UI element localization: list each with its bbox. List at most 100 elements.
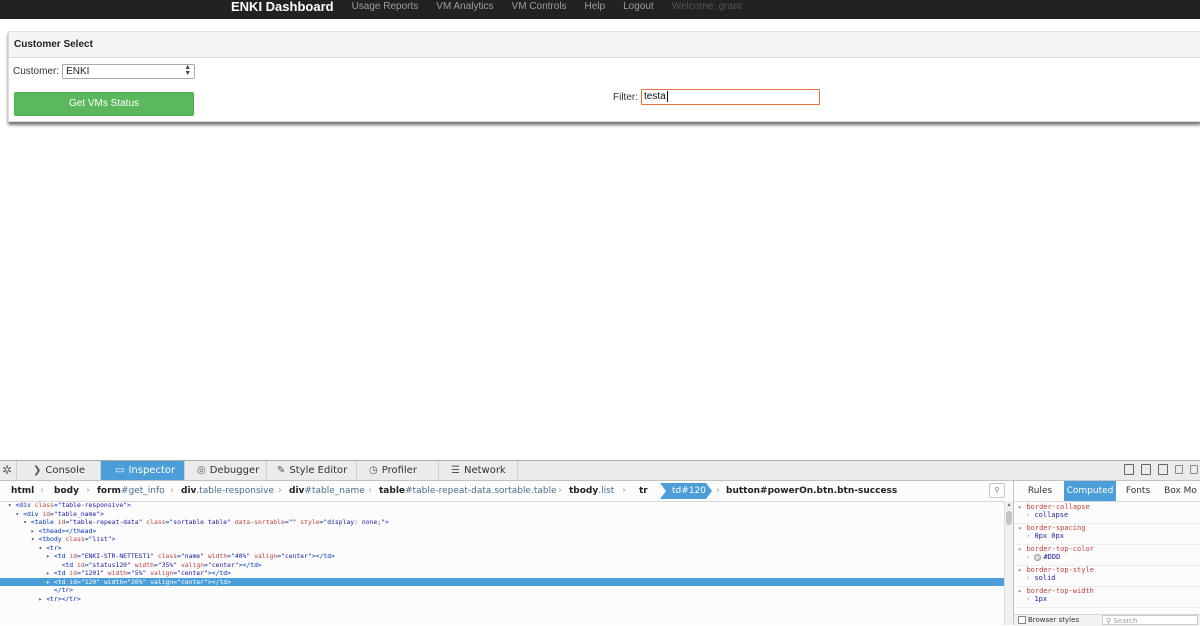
- customer-row: Customer: ENKI ▲ ▼: [13, 64, 196, 79]
- breadcrumb-button[interactable]: button#powerOn.btn.btn-success: [726, 481, 897, 501]
- breadcrumb-div-table-name[interactable]: div#table_name: [289, 481, 365, 501]
- chevron-right-icon: ›: [40, 485, 44, 496]
- filter-row: Filter: testa: [613, 89, 820, 105]
- markup-node-line[interactable]: ▸ <td id="ENKI-STR-NETTEST1" class="name…: [0, 552, 1004, 561]
- markup-attr-value: "list": [88, 535, 112, 543]
- breadcrumb-tbody[interactable]: tbody.list: [569, 481, 614, 501]
- markup-node-line[interactable]: </tr>: [0, 586, 1004, 595]
- markup-tag-end: </thead>: [65, 526, 97, 535]
- tab-profiler[interactable]: ◷ Profiler: [356, 461, 438, 480]
- sidebar-tab-fonts[interactable]: Fonts: [1118, 481, 1158, 501]
- chevron-right-icon: ›: [622, 485, 626, 496]
- nav-link-vm-analytics[interactable]: VM Analytics: [436, 1, 493, 12]
- gear-icon[interactable]: ✲: [2, 463, 14, 477]
- sidebar-tab-rules[interactable]: Rules: [1018, 481, 1062, 501]
- computed-property[interactable]: border-top-color#DDD: [1014, 545, 1200, 566]
- devtools-toolbar-right: [1124, 464, 1198, 475]
- nav-link-logout[interactable]: Logout: [623, 1, 654, 12]
- markup-attr-value: "40%": [230, 552, 251, 560]
- dock-bottom-icon[interactable]: [1141, 464, 1151, 475]
- nav-link-vm-controls[interactable]: VM Controls: [512, 1, 567, 12]
- breadcrumb-td-selected[interactable]: td#120: [660, 483, 712, 499]
- sidebar-tab-box-model[interactable]: Box Mo: [1160, 481, 1200, 501]
- nav-link-usage-reports[interactable]: Usage Reports: [352, 1, 419, 12]
- markup-attr-name: valign: [150, 577, 174, 586]
- markup-attr-value: "center": [177, 569, 208, 577]
- dock-side-icon[interactable]: [1175, 465, 1183, 474]
- markup-tag: <td: [53, 569, 66, 577]
- tab-inspector[interactable]: ▭ Inspector: [100, 461, 184, 480]
- markup-tag-end: >: [384, 518, 389, 526]
- sidebar-footer: Browser styles ⚲ Search: [1014, 614, 1200, 626]
- markup-attr-name: valign: [254, 552, 278, 560]
- tab-profiler-label: Profiler: [381, 465, 417, 476]
- property-value: 1px: [1018, 595, 1200, 603]
- twisty-expanded-icon: ▾: [23, 518, 31, 526]
- devtools-toolbar: ✲ ❯ Console ▭ Inspector ◎ Debugger ✎ Style E…: [0, 461, 1200, 481]
- markup-view[interactable]: ▾ <div class="table-responsive"> ▾ <div …: [0, 501, 1004, 625]
- crumb-tag: tr: [639, 486, 648, 496]
- markup-node-line[interactable]: ▸ <td id="1201" width="5%" valign="cente…: [0, 569, 1004, 578]
- breadcrumb-tr[interactable]: tr: [639, 481, 648, 501]
- computed-properties: border-collapsecollapseborder-spacing0px…: [1014, 503, 1200, 608]
- undock-icon[interactable]: [1190, 465, 1198, 474]
- tab-style-editor[interactable]: ✎ Style Editor: [266, 461, 356, 480]
- markup-node-line[interactable]: ▾ <div class="table-responsive">: [0, 501, 1004, 510]
- markup-attr-value: "ENKI-STR-NETTEST1": [80, 552, 154, 560]
- breadcrumb-html[interactable]: html: [11, 481, 34, 501]
- computed-property[interactable]: border-top-width1px: [1014, 587, 1200, 608]
- filter-input[interactable]: testa: [641, 89, 820, 105]
- markup-tag: <td: [61, 560, 74, 569]
- crumb-tag: form: [97, 486, 121, 496]
- markup-attr-value: "center": [177, 577, 208, 586]
- browser-styles-checkbox[interactable]: [1018, 616, 1026, 624]
- markup-tag: <div: [23, 509, 39, 518]
- computed-property[interactable]: border-collapsecollapse: [1014, 503, 1200, 524]
- markup-attr-value: "table-responsive": [57, 501, 128, 509]
- markup-node-line[interactable]: ▾ <tbody class="list">: [0, 535, 1004, 544]
- sidebar-tab-computed[interactable]: Computed: [1064, 481, 1116, 501]
- inspector-sidebar: Rules Computed Fonts Box Mo border-colla…: [1013, 481, 1200, 626]
- markup-attr-value: "center": [207, 560, 239, 569]
- markup-node-line[interactable]: <td id="status120" width="35%" valign="c…: [0, 561, 1004, 570]
- markup-node-line[interactable]: ▸ <td id="120" width="20%" valign="cente…: [0, 577, 1004, 586]
- scroll-up-icon[interactable]: ▲: [1006, 502, 1012, 508]
- customer-select-value: ENKI: [66, 66, 90, 77]
- computed-property[interactable]: border-spacing0px 0px: [1014, 524, 1200, 545]
- breadcrumb-table[interactable]: table#table-repeat-data.sortable.table: [379, 481, 557, 501]
- network-icon: ☰: [451, 465, 460, 476]
- markup-node-line[interactable]: ▾ <div id="table_name">: [0, 510, 1004, 519]
- responsive-mode-icon[interactable]: [1124, 464, 1134, 475]
- property-value: solid: [1018, 574, 1200, 582]
- get-vms-status-button[interactable]: Get VMs Status: [14, 92, 194, 116]
- breadcrumb: html › body › form#get_info › div.table-…: [0, 481, 1005, 502]
- customer-select[interactable]: ENKI ▲ ▼: [62, 64, 196, 79]
- breadcrumb-body[interactable]: body: [54, 481, 79, 501]
- tab-network[interactable]: ☰ Network: [438, 461, 518, 480]
- markup-node-line[interactable]: ▾ <tr>: [0, 544, 1004, 553]
- markup-node-line[interactable]: ▾ <table id="table-repeat-data" class="s…: [0, 518, 1004, 527]
- markup-tag: <div: [15, 501, 31, 509]
- nav-link-help[interactable]: Help: [585, 1, 606, 12]
- twisty-space: [46, 586, 54, 594]
- tab-debugger[interactable]: ◎ Debugger: [184, 461, 266, 480]
- screenshot-icon[interactable]: [1158, 464, 1168, 475]
- tab-console[interactable]: ❯ Console: [16, 461, 100, 480]
- breadcrumb-form[interactable]: form#get_info: [97, 481, 165, 501]
- markup-node-line[interactable]: ▸ <tr></tr>: [0, 595, 1004, 604]
- navbar-brand[interactable]: ENKI Dashboard: [231, 0, 334, 14]
- markup-node-line[interactable]: ▸ <thead></thead>: [0, 527, 1004, 536]
- markup-tag: <tbody: [38, 535, 62, 543]
- navbar-inner: ENKI Dashboard Usage Reports VM Analytic…: [231, 0, 742, 16]
- computed-property[interactable]: border-top-stylesolid: [1014, 566, 1200, 587]
- sidebar-tabs: Rules Computed Fonts Box Mo: [1014, 481, 1200, 502]
- breadcrumb-div-table-responsive[interactable]: div.table-responsive: [181, 481, 274, 501]
- search-icon[interactable]: ⚲: [989, 483, 1005, 498]
- console-icon: ❯: [33, 465, 42, 476]
- twisty-collapsed-icon: ▸: [46, 569, 54, 577]
- scrollbar-thumb[interactable]: [1006, 511, 1012, 525]
- property-value: collapse: [1018, 511, 1200, 519]
